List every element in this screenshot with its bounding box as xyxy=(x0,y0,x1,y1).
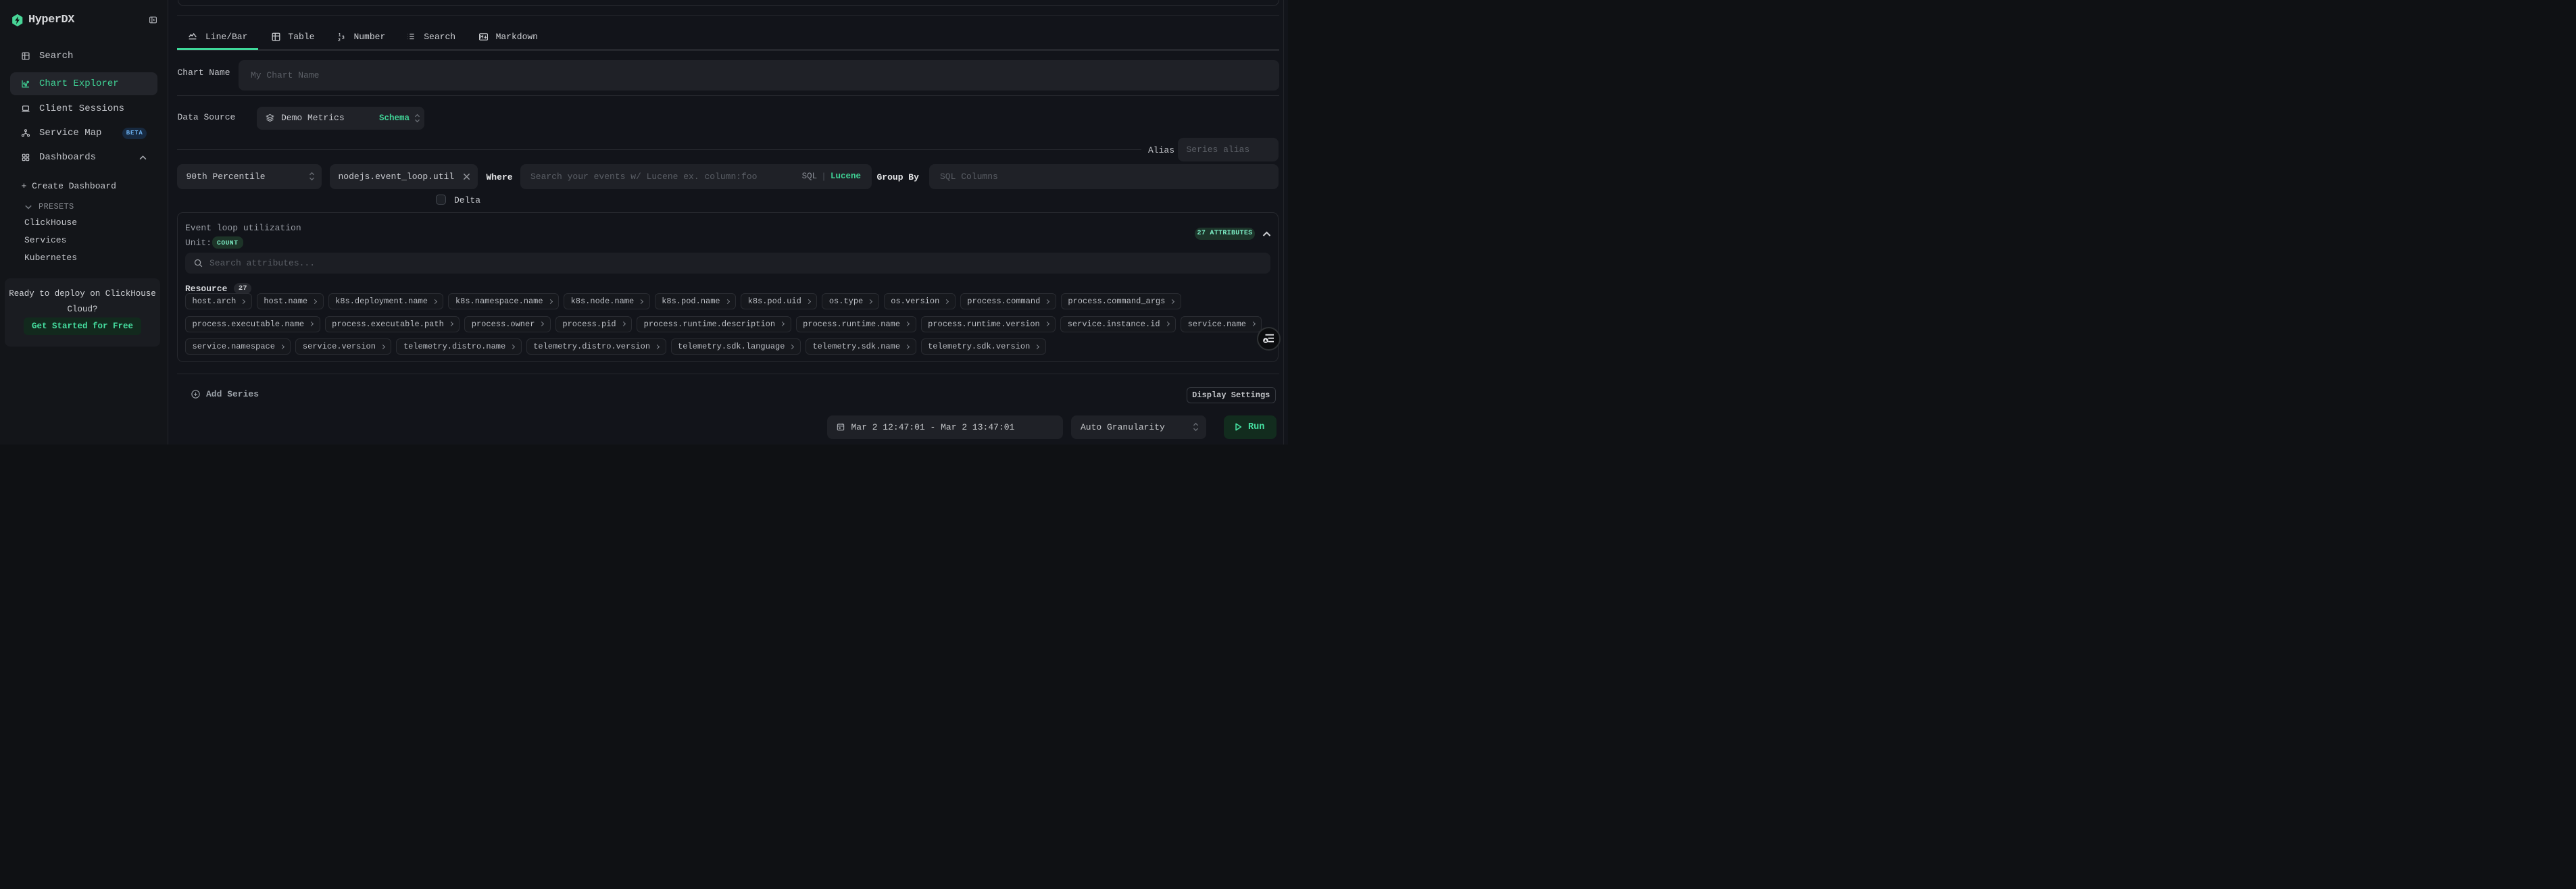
svg-text:2: 2 xyxy=(339,37,341,41)
svg-text:1: 1 xyxy=(339,32,341,37)
svg-text:3: 3 xyxy=(342,35,345,40)
